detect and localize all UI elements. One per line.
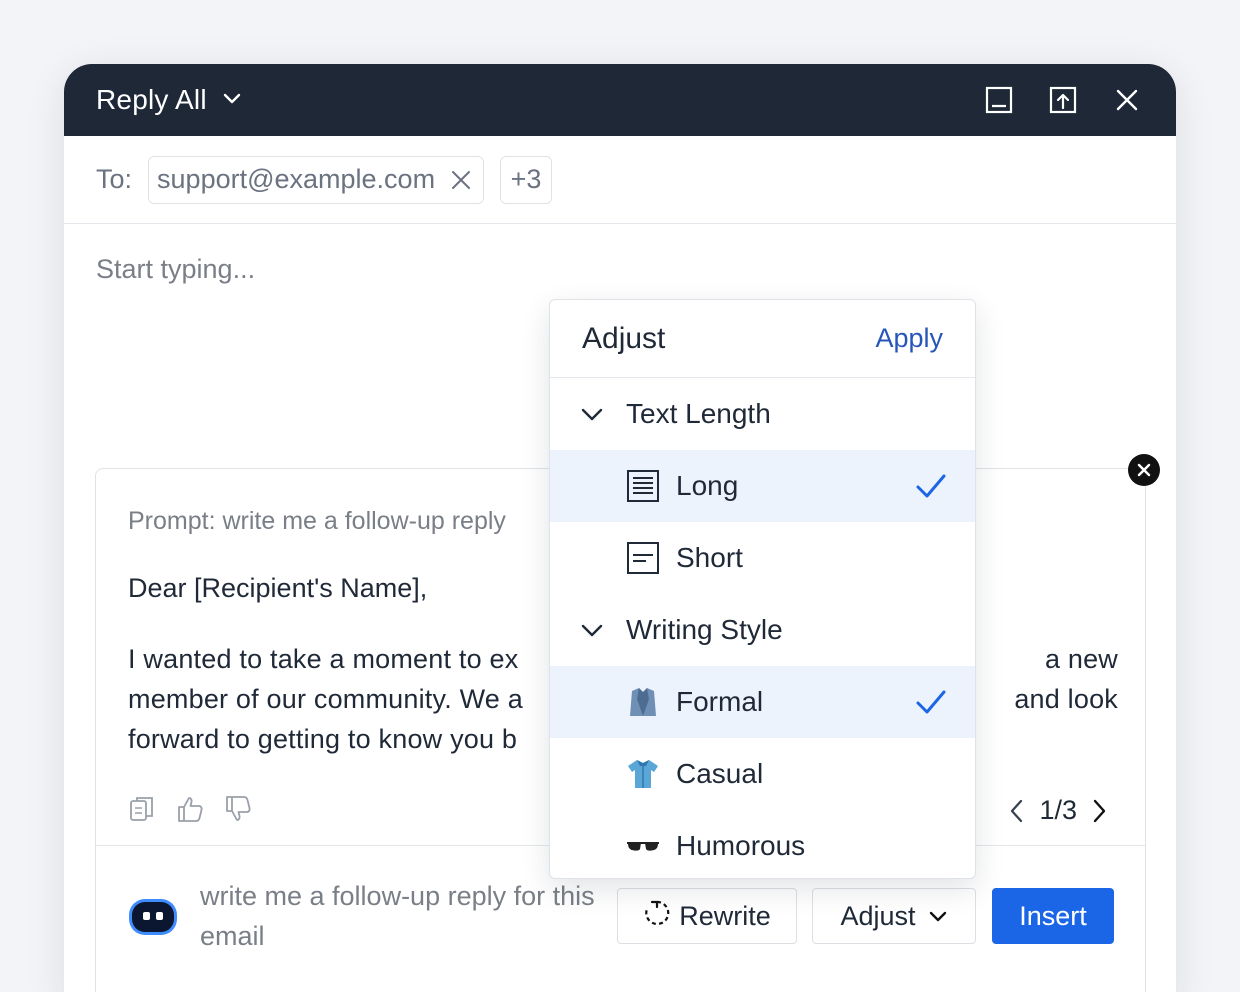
close-suggestion-icon[interactable] [1128, 454, 1160, 486]
feedback-actions [128, 794, 252, 824]
remove-recipient-icon[interactable] [449, 168, 473, 192]
section-label: Text Length [626, 398, 771, 429]
prompt-input[interactable]: write me a follow-up reply for this emai… [200, 876, 600, 956]
check-icon [915, 470, 947, 507]
prompt-summary: Prompt: write me a follow-up reply [128, 507, 506, 535]
long-text-icon [626, 469, 660, 503]
ai-bot-icon [128, 898, 178, 941]
title-bar: Reply All [64, 64, 1176, 136]
adjust-menu-header: Adjust Apply [550, 300, 975, 378]
option-label: Humorous [676, 830, 806, 861]
chevron-down-icon [580, 402, 604, 426]
option-long[interactable]: Long [550, 450, 975, 522]
copy-icon[interactable] [128, 794, 156, 824]
check-icon [915, 686, 947, 723]
tshirt-icon [626, 757, 660, 791]
chevron-down-icon [221, 87, 243, 114]
email-body-input[interactable]: Start typing... [96, 254, 255, 285]
recipients-row: To: support@example.com +3 [64, 136, 1176, 224]
reply-mode-label: Reply All [96, 84, 207, 115]
minimize-icon[interactable] [982, 83, 1016, 117]
recipient-chip[interactable]: support@example.com [148, 155, 485, 204]
greeting-text: Dear [Recipient's Name], [128, 573, 428, 603]
recipient-email: support@example.com [157, 164, 436, 194]
chevron-down-icon [928, 906, 948, 926]
option-casual[interactable]: Casual [550, 738, 975, 810]
option-label: Casual [676, 758, 764, 789]
insert-button[interactable]: Insert [992, 888, 1114, 944]
adjust-label: Adjust [840, 900, 916, 931]
option-short[interactable]: Short [550, 522, 975, 594]
thumbs-up-icon[interactable] [176, 794, 204, 824]
thumbs-down-icon[interactable] [224, 794, 252, 824]
suit-icon [626, 685, 660, 719]
close-icon[interactable] [1110, 83, 1144, 117]
option-formal[interactable]: Formal [550, 666, 975, 738]
section-writing-style[interactable]: Writing Style [550, 594, 975, 666]
option-label: Long [676, 470, 739, 501]
section-label: Writing Style [626, 614, 783, 645]
to-label: To: [96, 164, 133, 194]
pop-out-icon[interactable] [1046, 83, 1080, 117]
section-text-length[interactable]: Text Length [550, 378, 975, 450]
page-indicator: 1/3 [1039, 795, 1077, 825]
rewrite-button[interactable]: Rewrite [617, 888, 797, 944]
next-icon[interactable] [1091, 798, 1107, 824]
prev-icon[interactable] [1009, 798, 1025, 824]
option-humorous[interactable]: Humorous [550, 810, 975, 878]
adjust-dropdown-menu: Adjust Apply Text Length Long Short Writ… [549, 299, 976, 879]
apply-button[interactable]: Apply [875, 323, 943, 354]
option-label: Formal [676, 686, 764, 717]
sunglasses-icon [626, 829, 660, 863]
option-label: Short [676, 542, 743, 573]
short-text-icon [626, 541, 660, 575]
chevron-down-icon [580, 618, 604, 642]
rewrite-label: Rewrite [679, 900, 771, 931]
refresh-icon [643, 899, 671, 934]
adjust-menu-title: Adjust [582, 321, 666, 355]
reply-mode-dropdown[interactable]: Reply All [96, 84, 243, 116]
more-recipients-chip[interactable]: +3 [500, 155, 553, 204]
suggestion-pager: 1/3 [1009, 795, 1107, 826]
adjust-button[interactable]: Adjust [812, 888, 976, 944]
